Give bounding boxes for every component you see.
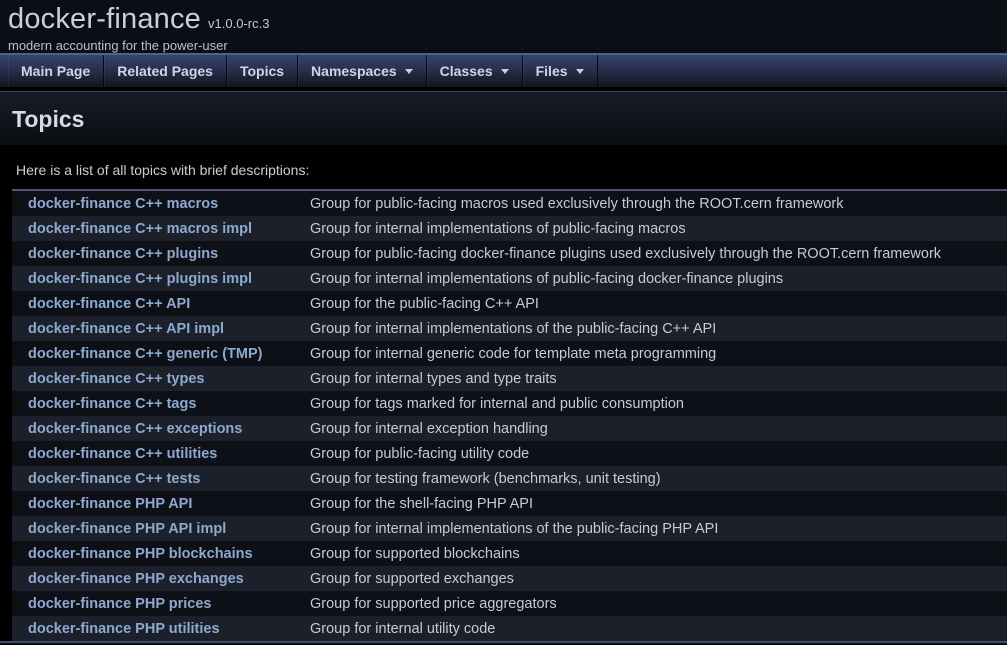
project-name: docker-finance	[8, 3, 201, 35]
topic-link[interactable]: docker-finance C++ plugins impl	[28, 271, 252, 287]
table-row: docker-finance C++ utilities Group for p…	[12, 441, 1007, 466]
topic-description: Group for public-facing macros used excl…	[310, 196, 1007, 212]
topic-name-cell: docker-finance C++ API impl	[12, 321, 310, 337]
topic-description: Group for internal implementations of th…	[310, 321, 1007, 337]
topic-description: Group for public-facing docker-finance p…	[310, 246, 1007, 262]
topic-name-cell: docker-finance C++ plugins	[12, 246, 310, 262]
table-row: docker-finance C++ generic (TMP) Group f…	[12, 341, 1007, 366]
table-row: docker-finance C++ plugins Group for pub…	[12, 241, 1007, 266]
topic-description: Group for internal generic code for temp…	[310, 346, 1007, 362]
project-brief: modern accounting for the power-user	[8, 38, 1007, 53]
topic-description: Group for internal utility code	[310, 621, 1007, 637]
topic-description: Group for the public-facing C++ API	[310, 296, 1007, 312]
topic-description: Group for supported blockchains	[310, 546, 1007, 562]
table-row: docker-finance C++ macros Group for publ…	[12, 191, 1007, 216]
table-row: docker-finance C++ tests Group for testi…	[12, 466, 1007, 491]
page-header: Topics	[0, 91, 1007, 145]
table-row: docker-finance C++ macros impl Group for…	[12, 216, 1007, 241]
topic-name-cell: docker-finance C++ utilities	[12, 446, 310, 462]
topic-link[interactable]: docker-finance PHP API	[28, 496, 192, 512]
chevron-down-icon	[576, 69, 584, 74]
nav-tab-files[interactable]: Files	[523, 55, 598, 87]
table-row: docker-finance PHP API impl Group for in…	[12, 516, 1007, 541]
table-row: docker-finance C++ plugins impl Group fo…	[12, 266, 1007, 291]
table-row: docker-finance PHP utilities Group for i…	[12, 616, 1007, 641]
topic-name-cell: docker-finance C++ macros	[12, 196, 310, 212]
topic-description: Group for internal implementations of th…	[310, 521, 1007, 537]
topic-link[interactable]: docker-finance PHP prices	[28, 596, 211, 612]
topic-description: Group for supported price aggregators	[310, 596, 1007, 612]
topic-name-cell: docker-finance PHP API	[12, 496, 310, 512]
table-row: docker-finance C++ exceptions Group for …	[12, 416, 1007, 441]
intro-text: Here is a list of all topics with brief …	[16, 162, 1007, 178]
title-area: docker-finance v1.0.0-rc.3 modern account…	[0, 0, 1007, 53]
topic-description: Group for internal exception handling	[310, 421, 1007, 437]
nav-tab-label: Topics	[240, 63, 284, 79]
table-row: docker-finance PHP API Group for the she…	[12, 491, 1007, 516]
topic-name-cell: docker-finance C++ tags	[12, 396, 310, 412]
nav-tab-label: Related Pages	[117, 63, 213, 79]
topic-name-cell: docker-finance C++ exceptions	[12, 421, 310, 437]
table-row: docker-finance PHP prices Group for supp…	[12, 591, 1007, 616]
topic-description: Group for supported exchanges	[310, 571, 1007, 587]
topic-name-cell: docker-finance C++ tests	[12, 471, 310, 487]
table-row: docker-finance C++ tags Group for tags m…	[12, 391, 1007, 416]
chevron-down-icon	[405, 69, 413, 74]
nav-tab-classes[interactable]: Classes	[427, 55, 523, 87]
table-row: docker-finance C++ API impl Group for in…	[12, 316, 1007, 341]
topic-name-cell: docker-finance PHP prices	[12, 596, 310, 612]
chevron-down-icon	[501, 69, 509, 74]
topics-table: docker-finance C++ macros Group for publ…	[12, 189, 1007, 641]
nav-tab-namespaces[interactable]: Namespaces	[298, 55, 427, 87]
topic-link[interactable]: docker-finance C++ tests	[28, 471, 200, 487]
topic-name-cell: docker-finance PHP exchanges	[12, 571, 310, 587]
contents: Here is a list of all topics with brief …	[0, 162, 1007, 644]
partial-next-row	[0, 641, 1007, 644]
nav-tab-label: Files	[536, 63, 568, 79]
topic-link[interactable]: docker-finance C++ macros	[28, 196, 218, 212]
topic-name-cell: docker-finance C++ plugins impl	[12, 271, 310, 287]
topic-link[interactable]: docker-finance C++ tags	[28, 396, 196, 412]
table-row: docker-finance PHP exchanges Group for s…	[12, 566, 1007, 591]
topic-name-cell: docker-finance C++ generic (TMP)	[12, 346, 310, 362]
topic-link[interactable]: docker-finance C++ types	[28, 371, 205, 387]
topic-link[interactable]: docker-finance C++ utilities	[28, 446, 217, 462]
topic-description: Group for public-facing utility code	[310, 446, 1007, 462]
table-row: docker-finance C++ API Group for the pub…	[12, 291, 1007, 316]
nav-tab-main-page[interactable]: Main Page	[8, 55, 104, 87]
topic-link[interactable]: docker-finance C++ API	[28, 296, 190, 312]
topic-link[interactable]: docker-finance PHP blockchains	[28, 546, 253, 562]
topic-link[interactable]: docker-finance C++ generic (TMP)	[28, 346, 262, 362]
nav-tab-label: Namespaces	[311, 63, 397, 79]
page-title: Topics	[12, 106, 995, 133]
topic-description: Group for the shell-facing PHP API	[310, 496, 1007, 512]
nav-tab-topics[interactable]: Topics	[227, 55, 298, 87]
topic-name-cell: docker-finance PHP API impl	[12, 521, 310, 537]
nav-tab-related-pages[interactable]: Related Pages	[104, 55, 227, 87]
table-row: docker-finance PHP blockchains Group for…	[12, 541, 1007, 566]
project-version: v1.0.0-rc.3	[208, 16, 269, 31]
topic-link[interactable]: docker-finance C++ plugins	[28, 246, 218, 262]
topic-link[interactable]: docker-finance PHP utilities	[28, 621, 220, 637]
topic-description: Group for tags marked for internal and p…	[310, 396, 1007, 412]
topic-link[interactable]: docker-finance C++ exceptions	[28, 421, 242, 437]
topic-description: Group for internal implementations of pu…	[310, 221, 1007, 237]
topic-description: Group for internal implementations of pu…	[310, 271, 1007, 287]
topic-link[interactable]: docker-finance PHP API impl	[28, 521, 226, 537]
topic-description: Group for testing framework (benchmarks,…	[310, 471, 1007, 487]
topic-name-cell: docker-finance C++ API	[12, 296, 310, 312]
topic-description: Group for internal types and type traits	[310, 371, 1007, 387]
topic-link[interactable]: docker-finance C++ API impl	[28, 321, 224, 337]
topic-name-cell: docker-finance PHP utilities	[12, 621, 310, 637]
topic-link[interactable]: docker-finance PHP exchanges	[28, 571, 244, 587]
topic-name-cell: docker-finance PHP blockchains	[12, 546, 310, 562]
nav-tab-label: Main Page	[21, 63, 90, 79]
table-row: docker-finance C++ types Group for inter…	[12, 366, 1007, 391]
topic-link[interactable]: docker-finance C++ macros impl	[28, 221, 252, 237]
project-title-line: docker-finance v1.0.0-rc.3	[8, 3, 1007, 36]
nav-tab-label: Classes	[440, 63, 493, 79]
topic-name-cell: docker-finance C++ macros impl	[12, 221, 310, 237]
topic-name-cell: docker-finance C++ types	[12, 371, 310, 387]
main-nav: Main Page Related Pages Topics Namespace…	[0, 53, 1007, 87]
